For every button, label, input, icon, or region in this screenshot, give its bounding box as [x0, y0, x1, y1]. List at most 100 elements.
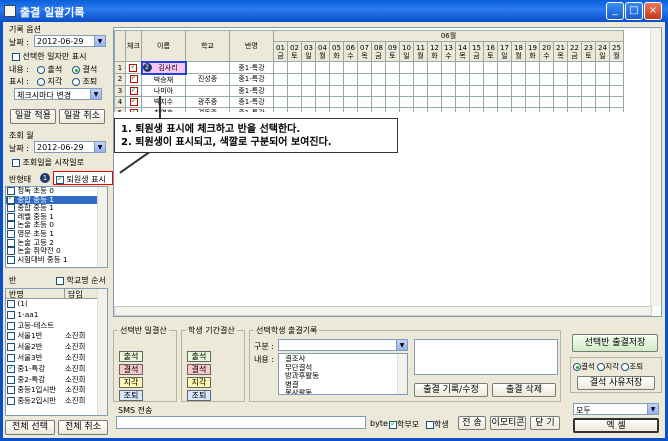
attendance-cell[interactable] [567, 106, 582, 112]
start-day-option[interactable]: 조회일을 시작일로 [12, 157, 84, 168]
attendance-cell[interactable] [553, 84, 568, 97]
attendance-cell[interactable] [567, 73, 582, 86]
content-opt2[interactable]: 결석 [72, 64, 97, 75]
attendance-cell[interactable] [427, 84, 442, 97]
class-row[interactable]: (1( [6, 299, 107, 310]
attendance-cell[interactable] [483, 95, 498, 108]
grid-day-header[interactable]: 22 금 [567, 41, 582, 62]
chevron-down-icon[interactable]: ▼ [90, 89, 101, 99]
record-content-item[interactable]: 결조사 [279, 355, 407, 364]
chevron-down-icon[interactable]: ▼ [94, 142, 105, 152]
grid-day-header[interactable]: 17 일 [497, 41, 512, 62]
student-name-cell[interactable]: 2 김사리 [140, 60, 187, 75]
attendance-cell[interactable] [371, 95, 386, 108]
class-type-checkbox[interactable] [7, 247, 15, 256]
attendance-cell[interactable] [539, 61, 554, 74]
grid-day-header[interactable]: 05 화 [329, 41, 344, 62]
record-memo-input[interactable] [414, 339, 558, 375]
attendance-cell[interactable] [329, 61, 344, 74]
attendance-cell[interactable] [357, 84, 372, 97]
attendance-cell[interactable] [371, 106, 386, 112]
class-row-checkbox[interactable] [7, 321, 15, 330]
attendance-cell[interactable] [343, 73, 358, 86]
attendance-cell[interactable] [441, 84, 456, 97]
attendance-cell[interactable] [455, 73, 470, 86]
attendance-cell[interactable] [287, 73, 302, 86]
attendance-cell[interactable] [511, 95, 526, 108]
class-row-checkbox[interactable] [7, 343, 15, 352]
attendance-cell[interactable] [413, 106, 428, 112]
attendance-cell[interactable] [301, 106, 316, 112]
attendance-cell[interactable] [399, 106, 414, 112]
attendance-cell[interactable] [287, 61, 302, 74]
grid-day-header[interactable]: 07 목 [357, 41, 372, 62]
attendance-cell[interactable] [287, 84, 302, 97]
attendance-cell[interactable] [539, 106, 554, 112]
minimize-button[interactable]: _ [606, 2, 624, 20]
attendance-cell[interactable] [525, 61, 540, 74]
attendance-cell[interactable] [581, 106, 596, 112]
grid-day-header[interactable]: 09 토 [385, 41, 400, 62]
class-type-item[interactable]: 중합 중등 1 [6, 195, 107, 205]
delete-record-button[interactable]: 출결 삭제 [492, 383, 556, 397]
save-reason-button[interactable]: 결석 사유저장 [577, 376, 655, 390]
attendance-cell[interactable] [385, 61, 400, 74]
attendance-cell[interactable] [581, 95, 596, 108]
attendance-cell[interactable] [455, 106, 470, 112]
attendance-cell[interactable] [609, 95, 624, 108]
attendance-cell[interactable] [553, 73, 568, 86]
table-row[interactable]: 3 나미아 중1-특강 [114, 84, 624, 97]
grid-day-header[interactable]: 18 월 [511, 41, 526, 62]
grid-day-header[interactable]: 06 수 [343, 41, 358, 62]
attendance-cell[interactable] [315, 61, 330, 74]
record-content-list[interactable]: 결조사 무단결석 방과후활동 병결 봉사활동 [278, 353, 408, 395]
attendance-cell[interactable] [371, 84, 386, 97]
table-row[interactable]: 1 2 김사리 중1-특강 [114, 60, 624, 75]
row-checkbox[interactable] [129, 74, 138, 84]
attendance-cell[interactable] [315, 73, 330, 86]
attendance-cell[interactable] [301, 61, 316, 74]
attendance-cell[interactable] [399, 95, 414, 108]
grid-day-header[interactable]: 03 일 [301, 41, 316, 62]
table-row[interactable]: 5 최영호 경동중중1-특강 [114, 106, 624, 112]
attendance-cell[interactable] [581, 84, 596, 97]
grid-day-header[interactable]: 10 일 [399, 41, 414, 62]
attendance-cell[interactable] [609, 61, 624, 74]
class-row[interactable]: 서울1반 소진희 [6, 331, 107, 342]
grid-day-header[interactable]: 14 목 [455, 41, 470, 62]
attendance-cell[interactable] [567, 95, 582, 108]
display-opt2-radio[interactable] [72, 77, 80, 86]
attendance-cell[interactable] [413, 95, 428, 108]
row-checkbox[interactable] [129, 86, 138, 95]
attendance-cell[interactable] [413, 73, 428, 86]
class-row[interactable]: 서울3반 소진희 [6, 353, 107, 364]
query-date-input[interactable]: 2012-06-29 ▼ [34, 141, 106, 153]
class-row-checkbox[interactable] [7, 353, 15, 362]
display-opt1[interactable]: 지각 [37, 76, 62, 87]
attendance-cell[interactable] [525, 84, 540, 97]
attendance-cell[interactable] [343, 61, 358, 74]
target-select[interactable]: 모두 ▼ [573, 403, 659, 415]
grid-day-header[interactable]: 02 토 [287, 41, 302, 62]
attendance-cell[interactable] [525, 95, 540, 108]
attendance-cell[interactable] [581, 61, 596, 74]
class-row[interactable]: 중등1입시반 소진희 [6, 385, 107, 396]
student-name-cell[interactable]: 박지수 [141, 95, 186, 108]
attendance-cell[interactable] [455, 95, 470, 108]
attendance-cell[interactable] [469, 73, 484, 86]
class-row[interactable]: 중2-특강 소진희 [6, 375, 107, 386]
parent-checkbox[interactable] [389, 419, 397, 429]
cancel-all-button[interactable]: 일괄 취소 [59, 109, 105, 124]
attendance-cell[interactable] [441, 95, 456, 108]
grid-day-header[interactable]: 15 금 [469, 41, 484, 62]
class-row-checkbox[interactable] [7, 375, 15, 384]
record-content-item[interactable]: 방과후활동 [279, 372, 407, 381]
row-check-cell[interactable] [125, 73, 142, 86]
class-row[interactable]: 서울2반 소진희 [6, 342, 107, 353]
attendance-cell[interactable] [385, 95, 400, 108]
attendance-cell[interactable] [273, 106, 288, 112]
chevron-down-icon[interactable]: ▼ [647, 404, 658, 414]
attendance-cell[interactable] [553, 61, 568, 74]
reason-opt2-radio[interactable] [597, 363, 606, 371]
attendance-cell[interactable] [399, 84, 414, 97]
